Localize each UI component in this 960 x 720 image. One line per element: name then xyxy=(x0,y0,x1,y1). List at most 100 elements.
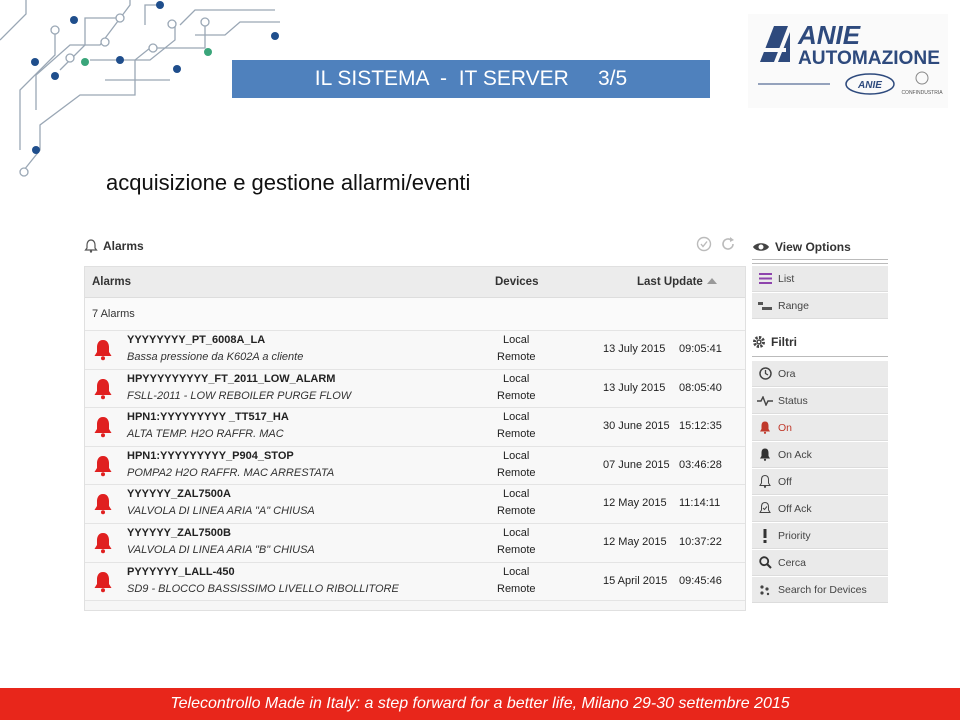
alarm-description: ALTA TEMP. H2O RAFFR. MAC xyxy=(127,428,284,441)
alarm-name: PYYYYYY_LALL-450 xyxy=(127,565,235,578)
alarm-time: 08:05:40 xyxy=(679,381,722,394)
device-local: Local xyxy=(503,334,530,346)
anie-automazione-logo: ANIE AUTOMAZIONE ANIE CONFINDUSTRIA xyxy=(748,14,948,108)
device-remote: Remote xyxy=(497,582,536,595)
column-last-update[interactable]: Last Update xyxy=(637,276,703,288)
alarms-header: Alarms xyxy=(84,236,144,256)
check-circle-icon[interactable] xyxy=(696,236,712,252)
table-row[interactable]: YYYYYYYY_PT_6008A_LA Bassa pressione da K… xyxy=(85,331,745,370)
alarm-date: 13 July 2015 xyxy=(603,381,666,394)
alarm-time: 15:12:35 xyxy=(679,420,722,433)
side-item-label: Off Ack xyxy=(778,502,812,515)
device-remote: Remote xyxy=(497,389,536,402)
logo-brand-top: ANIE xyxy=(797,20,861,50)
side-item-label: On xyxy=(778,421,793,434)
alarm-description: VALVOLA DI LINEA ARIA "B" CHIUSA xyxy=(127,543,315,556)
footer-bar: Telecontrollo Made in Italy: a step forw… xyxy=(0,688,960,720)
bell-ack-icon xyxy=(752,448,778,461)
logo-brand-bottom: AUTOMAZIONE xyxy=(798,48,940,69)
alarm-date: 12 May 2015 xyxy=(603,535,667,548)
pulse-icon xyxy=(752,395,778,406)
side-item-label: On Ack xyxy=(778,448,812,461)
side-item-ora[interactable]: Ora xyxy=(752,361,888,387)
side-item-label: Ora xyxy=(778,367,796,380)
divider xyxy=(752,356,888,357)
column-alarms[interactable]: Alarms xyxy=(92,276,131,288)
alarms-title: Alarms xyxy=(103,239,144,253)
table-row[interactable]: HPYYYYYYYYY_FT_2011_LOW_ALARM FSLL-2011 -… xyxy=(85,369,745,409)
range-icon xyxy=(752,301,778,311)
side-item-on-ack[interactable]: On Ack xyxy=(752,442,888,468)
alarm-name: HPN1:YYYYYYYYY _TT517_HA xyxy=(127,411,289,424)
bell-off-ack-icon xyxy=(752,502,778,515)
side-item-range[interactable]: Range xyxy=(752,293,888,319)
side-item-off-ack[interactable]: Off Ack xyxy=(752,496,888,522)
device-local: Local xyxy=(503,526,530,539)
device-local: Local xyxy=(503,488,530,501)
device-remote: Remote xyxy=(497,351,536,363)
filters-title: Filtri xyxy=(771,335,797,349)
alarm-name: HPN1:YYYYYYYYY_P904_STOP xyxy=(127,449,294,462)
devices-icon xyxy=(752,584,778,596)
side-item-search-for-devices[interactable]: Search for Devices xyxy=(752,577,888,603)
filters-header[interactable]: Filtri xyxy=(752,331,797,353)
table-row[interactable]: YYYYYY_ZAL7500B VALVOLA DI LINEA ARIA "B"… xyxy=(85,523,745,563)
side-item-on[interactable]: On xyxy=(752,415,888,441)
sort-ascending-icon[interactable] xyxy=(707,278,717,284)
column-devices[interactable]: Devices xyxy=(495,276,538,288)
alarm-name: YYYYYY_ZAL7500A xyxy=(127,488,231,501)
device-local: Local xyxy=(503,449,530,462)
slide-title: IL SISTEMA - IT SERVER 3/5 xyxy=(232,60,710,98)
alarm-bell-icon xyxy=(93,339,113,364)
alarm-bell-icon xyxy=(93,455,113,480)
alarm-description: FSLL-2011 - LOW REBOILER PURGE FLOW xyxy=(127,389,352,402)
side-item-cerca[interactable]: Cerca xyxy=(752,550,888,576)
alarm-date: 07 June 2015 xyxy=(603,458,670,471)
device-remote: Remote xyxy=(497,543,536,556)
device-remote: Remote xyxy=(497,428,536,441)
alarm-time: 11:14:11 xyxy=(679,497,721,510)
alarm-time: 09:45:46 xyxy=(679,574,722,587)
alarm-date: 30 June 2015 xyxy=(603,420,670,433)
alarm-rows: YYYYYYYY_PT_6008A_LA Bassa pressione da K… xyxy=(85,331,745,602)
table-row[interactable]: YYYYYY_ZAL7500A VALVOLA DI LINEA ARIA "A"… xyxy=(85,485,745,524)
eye-icon xyxy=(753,243,769,251)
alarm-time: 10:37:22 xyxy=(679,535,722,548)
device-local: Local xyxy=(503,372,530,385)
alarm-description: VALVOLA DI LINEA ARIA "A" CHIUSA xyxy=(127,505,315,518)
footer-text: Telecontrollo Made in Italy: a step forw… xyxy=(170,695,790,712)
device-local: Local xyxy=(503,565,530,578)
alarm-bell-icon xyxy=(93,493,113,518)
alarms-table: Alarms Devices Last Update 7 Alarms YYYY… xyxy=(84,266,746,611)
table-header: Alarms Devices Last Update xyxy=(85,267,745,298)
view-options-title: View Options xyxy=(775,240,851,254)
alarms-app: Alarms Alarms Devices Last Update 7 Alar… xyxy=(82,232,892,612)
side-item-label: Range xyxy=(778,299,809,312)
alarm-bell-icon xyxy=(93,416,113,441)
alarm-bell-icon xyxy=(93,532,113,557)
alarm-name: YYYYYYYY_PT_6008A_LA xyxy=(127,334,266,346)
refresh-icon[interactable] xyxy=(720,236,736,252)
side-item-list[interactable]: List xyxy=(752,266,888,292)
bell-on-icon xyxy=(752,421,778,434)
side-item-priority[interactable]: Priority xyxy=(752,523,888,549)
table-row[interactable]: PYYYYYY_LALL-450 SD9 - BLOCCO BASSISSIMO … xyxy=(85,562,745,602)
device-remote: Remote xyxy=(497,505,536,518)
alarm-date: 13 July 2015 xyxy=(603,343,666,355)
divider xyxy=(752,259,888,260)
side-item-label: List xyxy=(778,272,795,285)
view-options-header[interactable]: View Options xyxy=(752,236,851,258)
toolbar-icons xyxy=(696,236,736,252)
gear-icon xyxy=(753,336,765,348)
alarm-bell-icon xyxy=(93,378,113,403)
side-item-off[interactable]: Off xyxy=(752,469,888,495)
table-row[interactable]: HPN1:YYYYYYYYY _TT517_HA ALTA TEMP. H2O R… xyxy=(85,408,745,447)
alarm-date: 12 May 2015 xyxy=(603,497,667,510)
device-local: Local xyxy=(503,411,530,424)
side-item-status[interactable]: Status xyxy=(752,388,888,414)
logo-confederation: CONFINDUSTRIA xyxy=(901,90,943,96)
table-row[interactable]: HPN1:YYYYYYYYY_P904_STOP POMPA2 H2O RAFFR… xyxy=(85,446,745,486)
alarm-name: YYYYYY_ZAL7500B xyxy=(127,526,231,539)
side-item-label: Search for Devices xyxy=(778,583,867,596)
alarm-description: SD9 - BLOCCO BASSISSIMO LIVELLO RIBOLLIT… xyxy=(127,582,399,595)
